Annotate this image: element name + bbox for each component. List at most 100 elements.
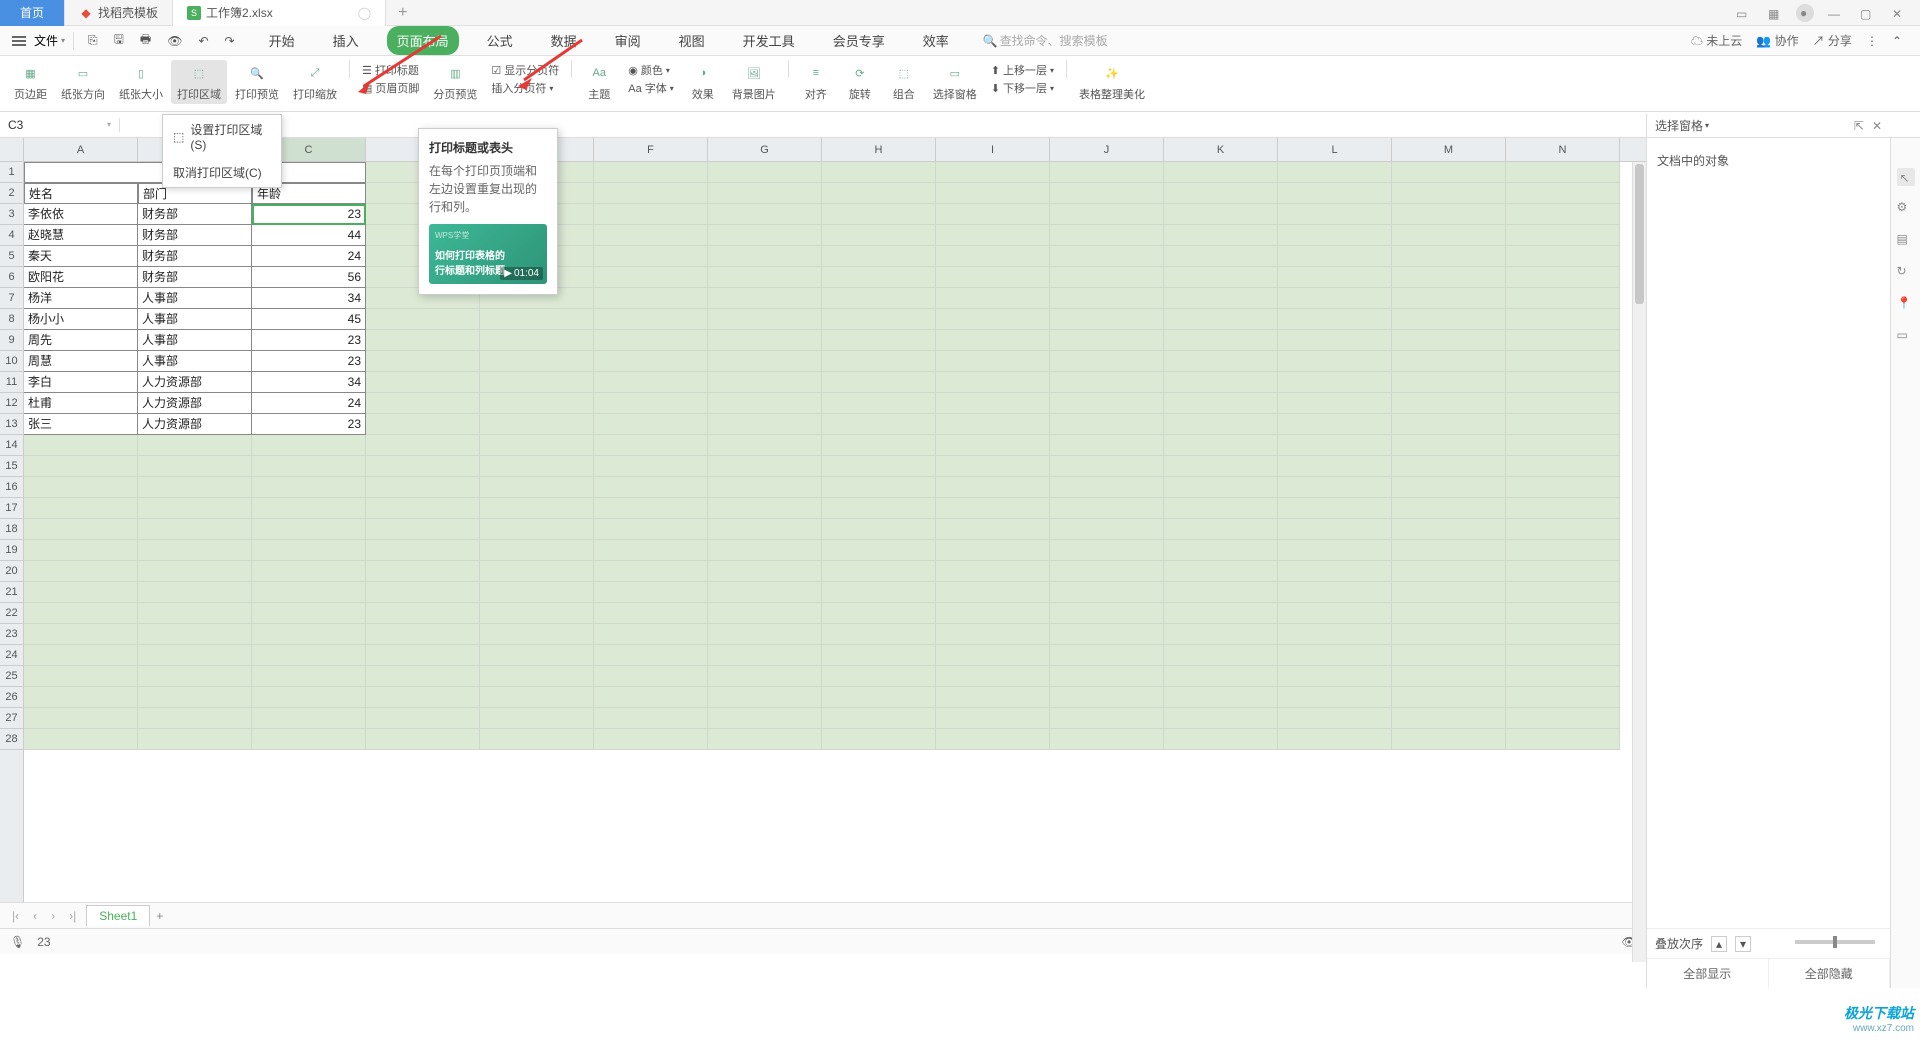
cell[interactable] [708, 477, 822, 498]
cell[interactable] [138, 477, 252, 498]
cell[interactable] [480, 645, 594, 666]
align-button[interactable]: ≡对齐 [795, 60, 837, 104]
cell[interactable] [1278, 687, 1392, 708]
print-scale-button[interactable]: ⤢打印缩放 [287, 60, 343, 104]
cell[interactable] [708, 729, 822, 750]
cell[interactable] [1278, 645, 1392, 666]
cell[interactable] [138, 708, 252, 729]
combine-button[interactable]: ⬚组合 [883, 60, 925, 104]
cell[interactable] [822, 519, 936, 540]
cell[interactable] [1278, 435, 1392, 456]
cell[interactable]: 23 [252, 204, 366, 225]
cell[interactable] [480, 666, 594, 687]
cell[interactable] [1506, 456, 1620, 477]
cell[interactable] [1164, 456, 1278, 477]
cell[interactable] [1392, 225, 1506, 246]
cell[interactable] [1506, 624, 1620, 645]
cell[interactable] [594, 267, 708, 288]
cell[interactable] [708, 582, 822, 603]
cell[interactable] [1050, 456, 1164, 477]
cell[interactable] [594, 393, 708, 414]
cell[interactable] [138, 624, 252, 645]
row-header[interactable]: 15 [0, 456, 23, 477]
tab-start[interactable]: 开始 [259, 26, 305, 55]
cell[interactable] [936, 687, 1050, 708]
set-print-area-item[interactable]: ⬚设置打印区域(S) [163, 115, 281, 158]
cell[interactable] [24, 519, 138, 540]
search-box[interactable]: 🔍 查找命令、搜索模板 [983, 32, 1108, 49]
cell[interactable]: 周先 [24, 330, 138, 351]
cell[interactable] [1506, 519, 1620, 540]
cell[interactable] [1050, 309, 1164, 330]
cell[interactable] [594, 519, 708, 540]
cell[interactable] [1164, 414, 1278, 435]
cell[interactable] [1392, 393, 1506, 414]
cell[interactable] [708, 519, 822, 540]
cell[interactable] [1506, 729, 1620, 750]
cell[interactable] [1392, 456, 1506, 477]
cell[interactable] [138, 729, 252, 750]
cell[interactable] [1278, 708, 1392, 729]
row-header[interactable]: 8 [0, 309, 23, 330]
cell[interactable] [1392, 561, 1506, 582]
cell[interactable] [936, 561, 1050, 582]
cell[interactable] [1050, 519, 1164, 540]
cell[interactable] [1164, 435, 1278, 456]
user-avatar-icon[interactable]: ● [1796, 4, 1814, 22]
cell[interactable] [1392, 435, 1506, 456]
cell[interactable] [1164, 519, 1278, 540]
cell[interactable] [480, 330, 594, 351]
cell[interactable] [480, 351, 594, 372]
cell[interactable] [936, 435, 1050, 456]
cell[interactable]: 44 [252, 225, 366, 246]
cell[interactable] [1050, 372, 1164, 393]
cell[interactable] [708, 603, 822, 624]
cell[interactable] [480, 729, 594, 750]
cell[interactable]: 34 [252, 372, 366, 393]
cell[interactable] [936, 267, 1050, 288]
cell[interactable] [1506, 498, 1620, 519]
cell[interactable] [1392, 372, 1506, 393]
cell[interactable] [1392, 729, 1506, 750]
cell[interactable] [1164, 372, 1278, 393]
row-header[interactable]: 28 [0, 729, 23, 750]
cell[interactable] [936, 708, 1050, 729]
cell[interactable]: 24 [252, 393, 366, 414]
cell[interactable] [936, 330, 1050, 351]
cell[interactable] [822, 162, 936, 183]
tab-view[interactable]: 视图 [669, 26, 715, 55]
cell[interactable] [936, 498, 1050, 519]
cell[interactable] [252, 666, 366, 687]
cell[interactable] [1050, 687, 1164, 708]
cell[interactable]: 杜甫 [24, 393, 138, 414]
cell[interactable] [822, 288, 936, 309]
cell[interactable] [1050, 603, 1164, 624]
cell[interactable] [1278, 204, 1392, 225]
cell[interactable] [138, 603, 252, 624]
close-button[interactable]: ✕ [1888, 5, 1910, 21]
cell[interactable] [1278, 393, 1392, 414]
cell[interactable] [936, 645, 1050, 666]
cell[interactable] [1392, 267, 1506, 288]
cell[interactable] [252, 561, 366, 582]
cell[interactable] [822, 540, 936, 561]
cell[interactable] [1164, 351, 1278, 372]
cell[interactable] [708, 645, 822, 666]
cell[interactable] [138, 666, 252, 687]
cell[interactable] [1164, 687, 1278, 708]
cell[interactable] [138, 645, 252, 666]
cell[interactable] [1164, 729, 1278, 750]
cell[interactable] [1278, 624, 1392, 645]
sheet-nav-last[interactable]: ›| [65, 907, 80, 925]
cell[interactable] [936, 246, 1050, 267]
cell[interactable] [480, 309, 594, 330]
tab-review[interactable]: 审阅 [605, 26, 651, 55]
cell[interactable] [936, 309, 1050, 330]
cell[interactable] [480, 477, 594, 498]
cell[interactable] [1392, 708, 1506, 729]
minimize-button[interactable]: — [1824, 5, 1846, 21]
cell[interactable] [1278, 288, 1392, 309]
print-preview-button[interactable]: 🔍打印预览 [229, 60, 285, 104]
col-header[interactable]: K [1164, 138, 1278, 161]
cell[interactable] [1050, 246, 1164, 267]
